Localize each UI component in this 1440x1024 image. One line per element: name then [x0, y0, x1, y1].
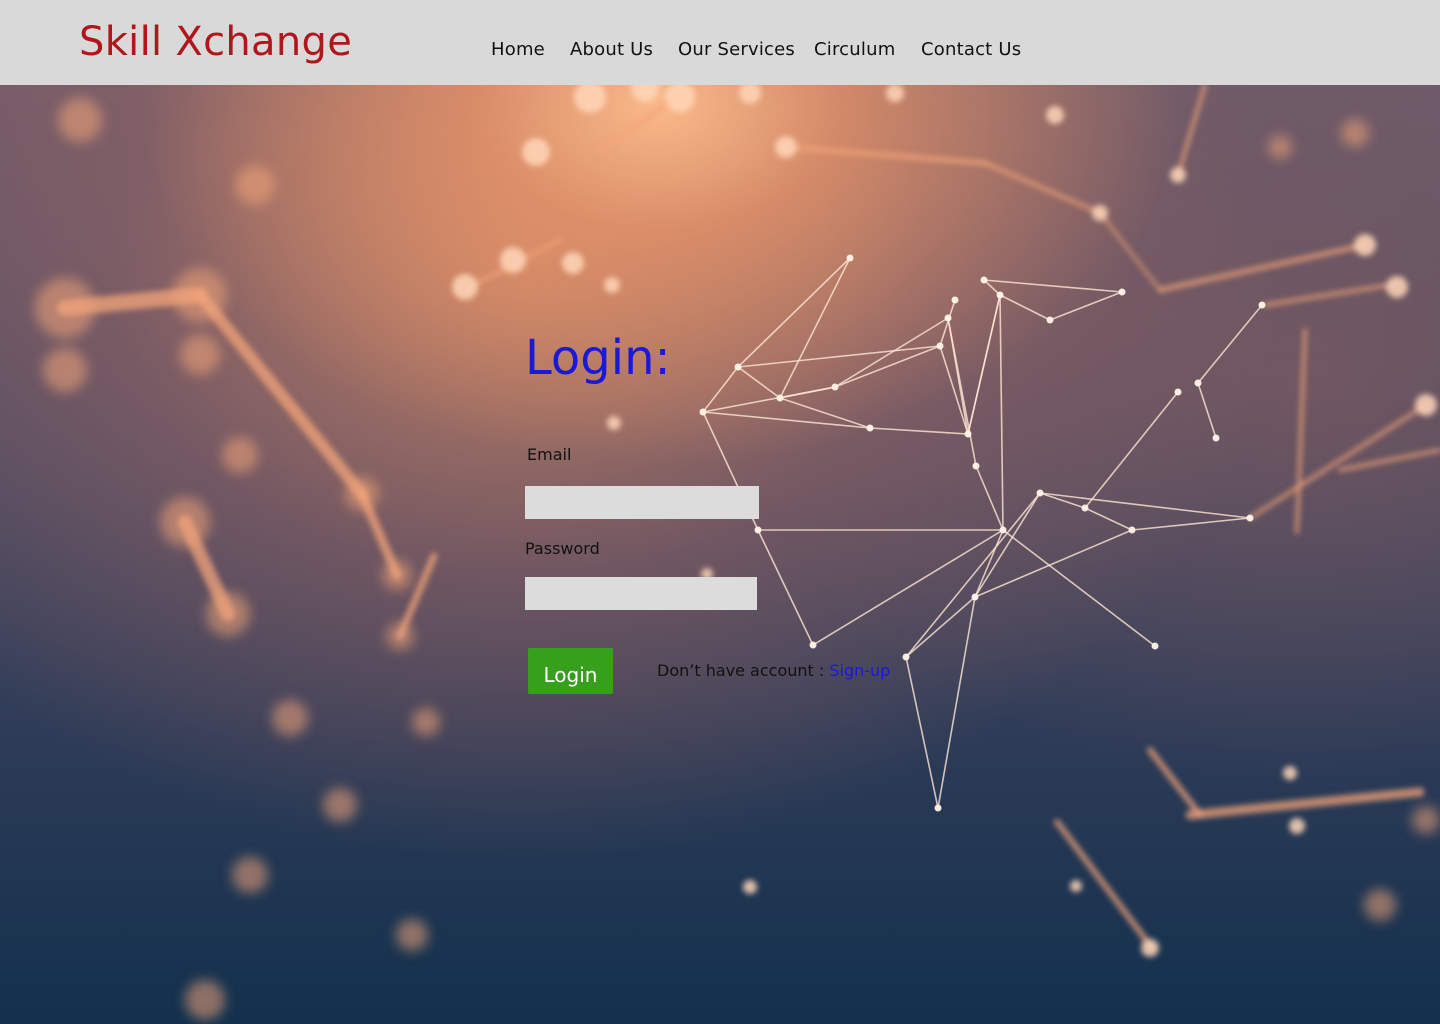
top-navbar: Skill Xchange Home About Us Our Services… — [0, 0, 1440, 85]
email-input[interactable] — [525, 486, 759, 519]
signup-prompt: Don’t have account : Sign-up — [657, 661, 890, 681]
password-label: Password — [525, 539, 600, 558]
nav-circulum-link[interactable]: Circulum — [814, 38, 895, 62]
signup-link[interactable]: Sign-up — [829, 661, 890, 680]
login-button[interactable]: Login — [528, 648, 613, 694]
password-input[interactable] — [525, 577, 757, 610]
signup-prompt-text: Don’t have account : — [657, 661, 830, 680]
nav-contact-link[interactable]: Contact Us — [921, 38, 1021, 62]
network-graphic — [35, 85, 1440, 1020]
network-background-image — [0, 85, 1440, 1024]
login-title: Login: — [525, 330, 671, 386]
email-label: Email — [527, 445, 572, 464]
brand-logo-text[interactable]: Skill Xchange — [79, 18, 352, 66]
nav-home-link[interactable]: Home — [491, 38, 545, 62]
nav-services-link[interactable]: Our Services — [678, 38, 795, 62]
nav-about-link[interactable]: About Us — [570, 38, 653, 62]
